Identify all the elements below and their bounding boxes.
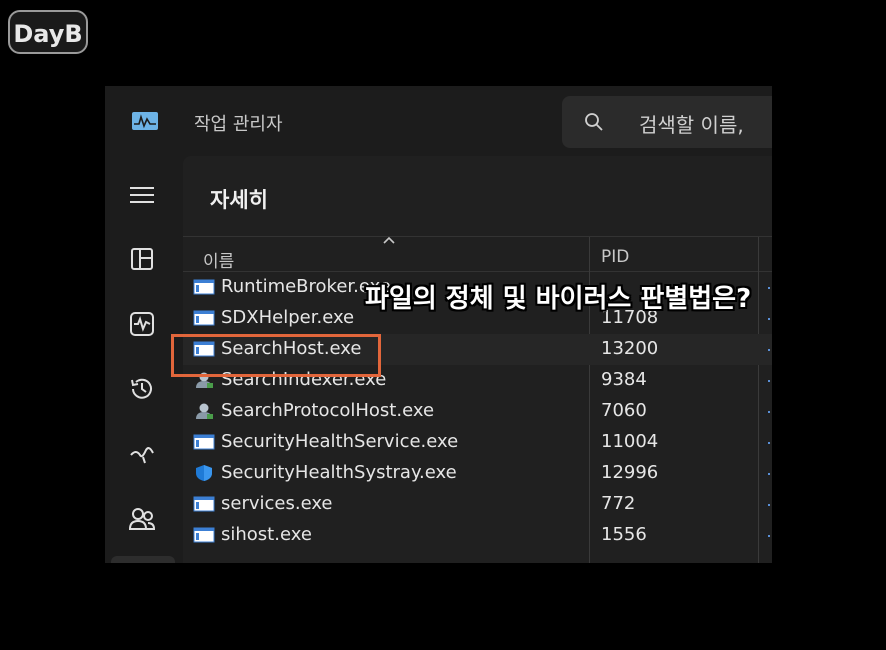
app-title: 작업 관리자: [194, 114, 283, 135]
process-pid: 7060: [601, 400, 647, 421]
processes-icon[interactable]: [127, 244, 157, 274]
page-title: 자세히: [210, 188, 268, 212]
status-dot: [768, 349, 770, 351]
performance-icon[interactable]: [127, 309, 157, 339]
status-dot: [768, 380, 770, 382]
process-pid: 1556: [601, 524, 647, 545]
table-row[interactable]: services.exe 772: [183, 489, 772, 520]
table-row[interactable]: SearchProtocolHost.exe 7060: [183, 396, 772, 427]
exe-window-icon: [193, 495, 215, 513]
status-dot: [768, 318, 770, 320]
status-dot: [768, 287, 770, 289]
column-divider[interactable]: [758, 237, 759, 271]
user-service-icon: [193, 402, 215, 420]
watermark-logo: DayB: [8, 10, 88, 54]
overlay-caption: 파일의 정체 및 바이러스 판별법은?: [365, 284, 752, 314]
process-name: SearchProtocolHost.exe: [221, 400, 435, 421]
table-row[interactable]: SecurityHealthSystray.exe 12996: [183, 458, 772, 489]
process-name: SecurityHealthSystray.exe: [221, 462, 457, 483]
sort-ascending-icon: [383, 236, 395, 244]
task-manager-window: 작업 관리자 검색할 이름, 자세히 이름 PID RuntimeBroker.…: [105, 86, 772, 563]
process-name: SDXHelper.exe: [221, 307, 355, 328]
process-pid: 772: [601, 493, 636, 514]
exe-window-icon: [193, 309, 215, 327]
status-dot: [768, 535, 770, 537]
search-placeholder: 검색할 이름,: [639, 113, 744, 137]
column-divider[interactable]: [589, 237, 590, 271]
task-manager-app-icon: [132, 112, 158, 130]
status-dot: [768, 504, 770, 506]
status-dot: [768, 442, 770, 444]
process-name: sihost.exe: [221, 524, 312, 545]
shield-icon: [193, 464, 215, 482]
column-header-name[interactable]: 이름: [203, 247, 234, 272]
hamburger-icon[interactable]: [127, 180, 157, 210]
highlight-box: [171, 334, 381, 377]
title-bar: 작업 관리자 검색할 이름,: [105, 86, 772, 156]
column-header-pid[interactable]: PID: [601, 247, 629, 267]
search-input[interactable]: 검색할 이름,: [562, 96, 772, 148]
startup-icon[interactable]: [127, 439, 157, 469]
table-row[interactable]: sihost.exe 1556: [183, 520, 772, 551]
process-name: services.exe: [221, 493, 333, 514]
search-icon: [585, 113, 603, 131]
process-pid: 13200: [601, 338, 659, 359]
details-nav-item[interactable]: [111, 556, 175, 563]
table-row[interactable]: SecurityHealthService.exe 11004: [183, 427, 772, 458]
process-pid: 9384: [601, 369, 647, 390]
exe-window-icon: [193, 278, 215, 296]
table-header: 이름 PID: [183, 236, 772, 272]
process-name: SecurityHealthService.exe: [221, 431, 459, 452]
history-icon[interactable]: [127, 374, 157, 404]
exe-window-icon: [193, 433, 215, 451]
process-pid: 11004: [601, 431, 659, 452]
status-dot: [768, 473, 770, 475]
status-dot: [768, 411, 770, 413]
exe-window-icon: [193, 526, 215, 544]
process-pid: 12996: [601, 462, 659, 483]
users-icon[interactable]: [127, 504, 157, 534]
